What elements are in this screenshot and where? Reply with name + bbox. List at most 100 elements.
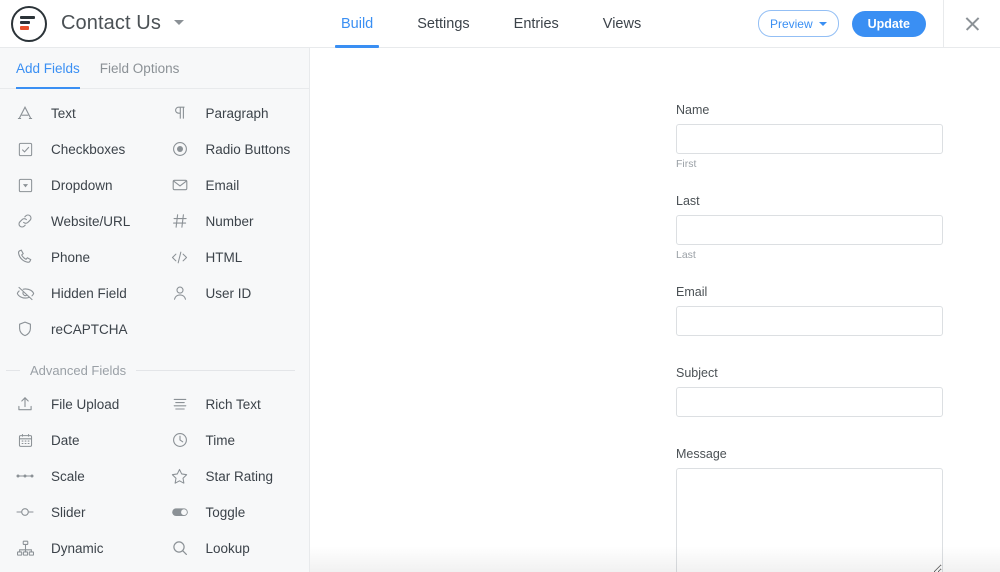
field-item-email[interactable]: Email: [155, 167, 310, 203]
close-button[interactable]: [943, 0, 1000, 47]
upload-icon: [14, 394, 36, 414]
field-label: Message: [676, 447, 943, 461]
field-item-date[interactable]: Date: [0, 422, 155, 458]
hierarchy-icon: [14, 538, 36, 558]
form-field-subject: Subject: [676, 366, 943, 417]
search-icon: [169, 538, 191, 558]
field-item-paragraph[interactable]: Paragraph: [155, 95, 310, 131]
top-navigation: Build Settings Entries Views Preview: [309, 0, 1000, 47]
calendar-icon: [14, 430, 36, 450]
field-item-label: Scale: [51, 469, 85, 484]
field-item-label: Lookup: [206, 541, 250, 556]
field-item-label: Slider: [51, 505, 86, 520]
basic-fields-grid: Text Paragraph: [0, 95, 309, 347]
tab-build[interactable]: Build: [319, 0, 395, 47]
tab-views[interactable]: Views: [581, 0, 663, 47]
app-body: Add Fields Field Options: [0, 48, 1000, 572]
field-item-label: File Upload: [51, 397, 119, 412]
tab-entries[interactable]: Entries: [492, 0, 581, 47]
field-item-hidden-field[interactable]: Hidden Field: [0, 275, 155, 311]
field-item-file-upload[interactable]: File Upload: [0, 386, 155, 422]
field-item-checkboxes[interactable]: Checkboxes: [0, 131, 155, 167]
field-item-star-rating[interactable]: Star Rating: [155, 458, 310, 494]
toggle-icon: [169, 502, 191, 522]
form-field-message: Message: [676, 447, 943, 572]
form-canvas: Name First Last Last Email Subject: [310, 48, 1000, 572]
field-sublabel: First: [676, 158, 943, 170]
form-field-last: Last Last: [676, 194, 943, 261]
top-bar-actions: Preview Update: [758, 0, 1000, 47]
page-title[interactable]: Contact Us: [61, 12, 184, 35]
field-item-html[interactable]: HTML: [155, 239, 310, 275]
field-item-dropdown[interactable]: Dropdown: [0, 167, 155, 203]
field-item-recaptcha[interactable]: reCAPTCHA: [0, 311, 155, 347]
field-item-website-url[interactable]: Website/URL: [0, 203, 155, 239]
email-input[interactable]: [676, 306, 943, 336]
star-icon: [169, 466, 191, 486]
link-icon: [14, 211, 36, 231]
formidable-logo-icon: [11, 6, 47, 42]
field-item-label: Radio Buttons: [206, 142, 291, 157]
envelope-icon: [169, 175, 191, 195]
field-item-slider[interactable]: Slider: [0, 494, 155, 530]
field-item-rich-text[interactable]: Rich Text: [155, 386, 310, 422]
scale-icon: [14, 466, 36, 486]
field-label: Name: [676, 103, 943, 117]
tab-settings[interactable]: Settings: [395, 0, 491, 47]
tab-add-fields[interactable]: Add Fields: [16, 48, 80, 88]
update-button[interactable]: Update: [852, 11, 926, 37]
fields-sidebar: Add Fields Field Options: [0, 48, 310, 572]
field-item-label: Date: [51, 433, 80, 448]
advanced-fields-grid: File Upload Rich Text: [0, 386, 309, 566]
eye-off-icon: [14, 283, 36, 303]
field-item-label: reCAPTCHA: [51, 322, 128, 337]
field-item-time[interactable]: Time: [155, 422, 310, 458]
tab-views-label: Views: [603, 16, 641, 32]
field-item-label: Dynamic: [51, 541, 104, 556]
sidebar-tabs: Add Fields Field Options: [0, 48, 309, 89]
checkbox-icon: [14, 139, 36, 159]
field-item-label: Text: [51, 106, 76, 121]
field-item-text[interactable]: Text: [0, 95, 155, 131]
pilcrow-icon: [169, 103, 191, 123]
form-title-text: Contact Us: [61, 12, 161, 34]
form-field-email: Email: [676, 285, 943, 336]
field-item-number[interactable]: Number: [155, 203, 310, 239]
update-button-label: Update: [868, 17, 910, 31]
preview-button-label: Preview: [770, 17, 813, 31]
field-sublabel: Last: [676, 249, 943, 261]
top-bar: Contact Us Build Settings Entries Views: [0, 0, 1000, 48]
field-item-label: Toggle: [206, 505, 246, 520]
preview-button[interactable]: Preview: [758, 10, 839, 37]
field-item-label: Hidden Field: [51, 286, 127, 301]
field-item-label: Dropdown: [51, 178, 113, 193]
message-textarea[interactable]: [676, 468, 943, 572]
field-label: Last: [676, 194, 943, 208]
field-item-dynamic[interactable]: Dynamic: [0, 530, 155, 566]
field-item-phone[interactable]: Phone: [0, 239, 155, 275]
field-item-scale[interactable]: Scale: [0, 458, 155, 494]
phone-icon: [14, 247, 36, 267]
slider-icon: [14, 502, 36, 522]
tab-field-options[interactable]: Field Options: [100, 48, 180, 88]
shield-icon: [14, 319, 36, 339]
hash-icon: [169, 211, 191, 231]
name-first-input[interactable]: [676, 124, 943, 154]
user-icon: [169, 283, 191, 303]
field-item-label: Rich Text: [206, 397, 261, 412]
field-item-spacer: [155, 311, 310, 347]
field-item-label: User ID: [206, 286, 252, 301]
field-label: Email: [676, 285, 943, 299]
name-last-input[interactable]: [676, 215, 943, 245]
field-item-label: Time: [206, 433, 236, 448]
field-item-label: Email: [206, 178, 240, 193]
subject-input[interactable]: [676, 387, 943, 417]
fields-list: Text Paragraph: [0, 89, 309, 572]
field-item-lookup[interactable]: Lookup: [155, 530, 310, 566]
tab-build-label: Build: [341, 16, 373, 32]
form-preview: Name First Last Last Email Subject: [310, 48, 1000, 572]
field-item-user-id[interactable]: User ID: [155, 275, 310, 311]
field-item-radio-buttons[interactable]: Radio Buttons: [155, 131, 310, 167]
form-builder-app: Contact Us Build Settings Entries Views: [0, 0, 1000, 572]
field-item-toggle[interactable]: Toggle: [155, 494, 310, 530]
